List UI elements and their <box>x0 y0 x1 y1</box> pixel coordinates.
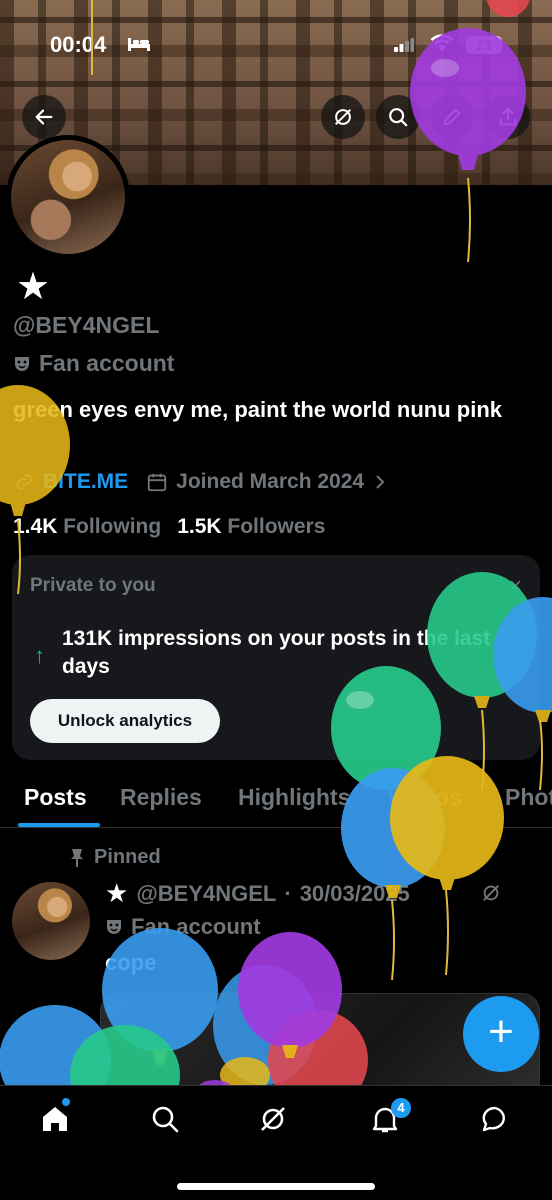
following-link[interactable]: 1.4K Following <box>13 515 161 539</box>
post-category-label: Fan account <box>131 914 261 939</box>
followers-count: 1.5K <box>177 515 222 538</box>
tab-replies[interactable]: Replies <box>120 784 202 811</box>
notifications-badge: 4 <box>391 1098 411 1118</box>
grok-button[interactable] <box>321 95 365 139</box>
category-label: Fan account <box>39 350 175 376</box>
followers-label: Followers <box>227 515 326 538</box>
profile-avatar[interactable] <box>6 135 130 259</box>
pencil-icon <box>443 108 461 126</box>
grok-icon <box>334 108 352 126</box>
post-author-avatar[interactable] <box>12 882 90 960</box>
joined-date: Joined March 2024 <box>176 470 365 493</box>
status-time: 00:04 <box>50 32 107 57</box>
pin-icon <box>71 848 83 867</box>
compose-post-button[interactable]: + <box>463 996 539 1072</box>
pinned-label: Pinned <box>94 846 161 868</box>
chevron-right-icon[interactable] <box>372 472 388 492</box>
arrow-up-icon: ↑ <box>34 643 45 668</box>
status-bar: 00:04 23 <box>0 28 552 64</box>
profile-bio: green eyes envy me, paint the world nunu… <box>13 397 502 422</box>
search-button[interactable] <box>376 95 420 139</box>
card-title: Private to you <box>30 575 156 596</box>
analytics-card: Private to you × ↑ 131K impressions on y… <box>12 555 540 760</box>
avatar-image <box>11 140 125 254</box>
following-label: Following <box>63 515 162 538</box>
profile-tabs: Posts Replies Highlights Videos Photos <box>0 778 552 828</box>
display-name: ★ <box>16 266 51 308</box>
tab-highlights[interactable]: Highlights <box>238 784 350 811</box>
close-icon[interactable]: × <box>509 573 522 599</box>
unlock-analytics-button[interactable]: Unlock analytics <box>30 699 220 743</box>
following-count: 1.4K <box>13 515 58 538</box>
nav-messages[interactable] <box>480 1104 516 1140</box>
post-text: cope <box>105 950 157 975</box>
tab-photos[interactable]: Photos <box>505 784 552 811</box>
impressions-text: 131K impressions on your posts in the la… <box>62 627 508 678</box>
search-icon <box>152 1106 179 1133</box>
sleep-focus-icon <box>128 38 150 51</box>
calendar-icon <box>148 473 167 492</box>
wifi-icon <box>430 34 454 51</box>
grok-icon[interactable] <box>480 882 502 904</box>
search-icon <box>389 108 408 127</box>
pinned-indicator: Pinned <box>70 846 161 869</box>
messages-icon <box>482 1106 505 1132</box>
post-author-name[interactable]: ★ <box>105 878 128 909</box>
tab-posts[interactable]: Posts <box>24 784 87 811</box>
link-icon <box>16 474 32 490</box>
post-author-handle[interactable]: @BEY4NGEL <box>136 881 276 907</box>
post-header: ★ @BEY4NGEL · 30/03/2025 <box>105 878 410 909</box>
followers-link[interactable]: 1.5K Followers <box>177 515 325 539</box>
nav-search[interactable] <box>150 1104 186 1140</box>
tab-videos[interactable]: Videos <box>387 784 462 811</box>
profile-meta: BITE.ME Joined March 2024 <box>13 470 388 494</box>
active-tab-indicator <box>18 823 100 827</box>
back-arrow-icon <box>35 109 53 125</box>
grok-icon <box>261 1107 285 1131</box>
bottom-nav: 4 <box>0 1085 552 1200</box>
nav-home[interactable] <box>40 1104 76 1140</box>
home-indicator[interactable] <box>177 1183 375 1190</box>
signal-icon <box>394 38 414 52</box>
profile-category: Fan account <box>13 350 174 377</box>
home-notification-dot <box>62 1098 70 1106</box>
home-icon <box>43 1107 67 1131</box>
post-category: Fan account <box>105 914 261 940</box>
profile-handle: @BEY4NGEL <box>13 312 160 338</box>
battery-indicator: 23 <box>466 36 502 54</box>
theater-mask-icon <box>15 356 29 371</box>
back-button[interactable] <box>22 95 66 139</box>
profile-link[interactable]: BITE.ME <box>43 470 128 494</box>
post-date: 30/03/2025 <box>299 880 410 906</box>
nav-grok[interactable] <box>258 1104 294 1140</box>
post-separator: · <box>284 880 292 906</box>
share-button[interactable] <box>486 95 530 139</box>
edit-button[interactable] <box>430 95 474 139</box>
theater-mask-icon <box>107 920 121 934</box>
share-icon <box>499 107 517 126</box>
follow-stats: 1.4K Following 1.5K Followers <box>13 515 325 539</box>
